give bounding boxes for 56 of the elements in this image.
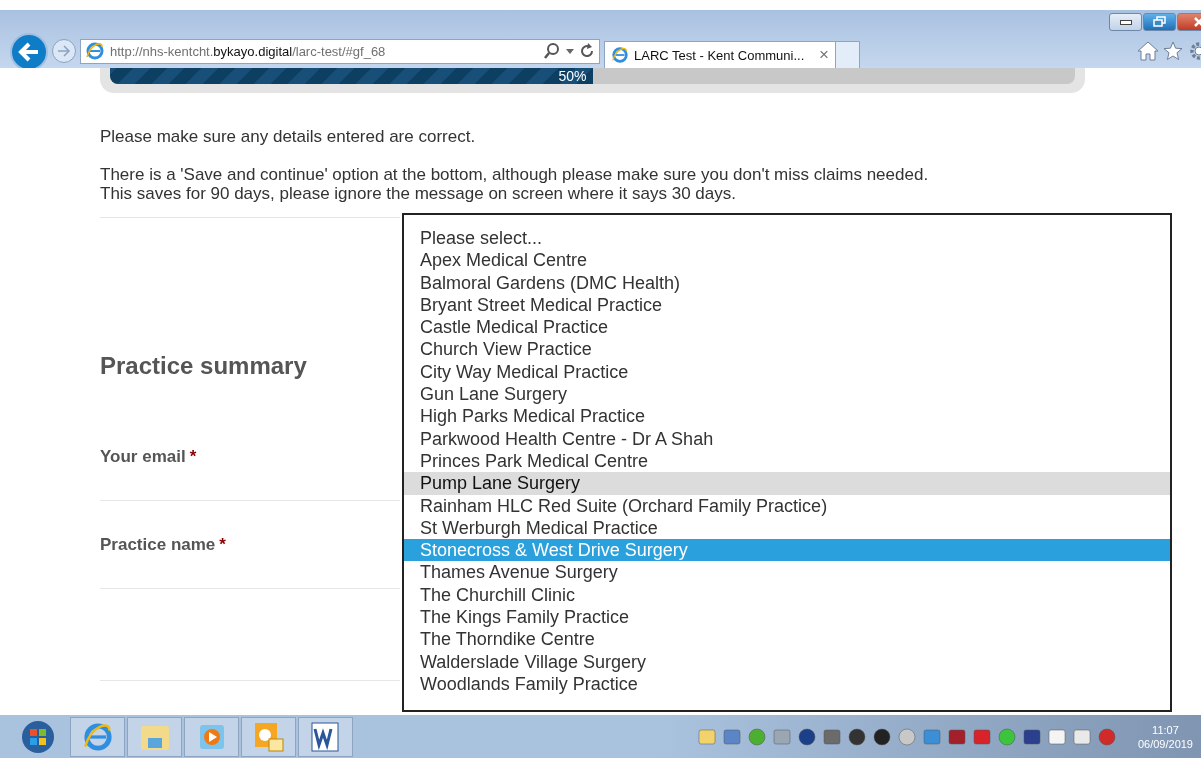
star-icon[interactable] — [1163, 41, 1183, 61]
dropdown-option[interactable]: Walderslade Village Surgery — [404, 650, 1170, 673]
word-app-icon — [309, 720, 342, 753]
refresh-icon[interactable] — [579, 43, 595, 59]
dropdown-option[interactable]: Princes Park Medical Centre — [404, 449, 1170, 473]
dropdown-option[interactable]: Bryant Street Medical Practice — [404, 293, 1170, 317]
restore-button[interactable] — [1143, 13, 1176, 31]
dropdown-option[interactable]: The Kings Family Practice — [404, 606, 1170, 629]
mail-app-icon — [252, 720, 285, 753]
address-field[interactable]: http://nhs-kentcht.bykayo.digital/larc-test/#gf_68 — [80, 38, 600, 64]
required-asterisk: * — [189, 446, 197, 467]
home-icon[interactable] — [1137, 41, 1159, 61]
dropdown-option[interactable]: Woodlands Family Practice — [404, 672, 1170, 696]
required-asterisk: * — [219, 534, 226, 555]
dropdown-option[interactable]: Parkwood Health Centre - Dr A Shah — [404, 427, 1170, 450]
dropdown-option[interactable]: Castle Medical Practice — [404, 316, 1170, 339]
minimize-button[interactable] — [1109, 13, 1142, 31]
dropdown-option[interactable]: High Parks Medical Practice — [404, 405, 1170, 428]
dropdown-option[interactable]: The Churchill Clinic — [404, 583, 1170, 607]
dropdown-option[interactable]: Please select... — [404, 227, 1170, 250]
instruction-text: Please make sure any details entered are correct. — [100, 127, 477, 146]
forward-button[interactable] — [52, 39, 76, 63]
close-icon — [1194, 17, 1201, 27]
clock-time: 11:07 — [1152, 723, 1179, 736]
dropdown-option[interactable]: Pump Lane Surgery — [404, 472, 1170, 495]
tab-close-button[interactable]: × — [819, 45, 829, 65]
dropdown-option[interactable]: Thames Avenue Surgery — [404, 561, 1170, 584]
section-title: Practice summary — [100, 351, 307, 381]
instruction-text: There is a 'Save and continue' option at the bottom, although please make sure you don't miss claims needed. This saves for 90 days, please ignore the message on screen where it says 30 days. — [100, 165, 930, 203]
dropdown-option[interactable]: The Thorndike Centre — [404, 628, 1170, 651]
dropdown-option[interactable]: City Way Medical Practice — [404, 360, 1170, 384]
windows-logo-icon — [21, 719, 55, 754]
search-icon[interactable] — [543, 42, 561, 60]
tab-title: LARC Test - Kent Communi... — [634, 47, 806, 63]
taskbar-app-button[interactable] — [298, 716, 353, 757]
back-arrow-icon — [18, 42, 40, 62]
browser-logo-icon — [611, 46, 629, 64]
dropdown-option[interactable]: Apex Medical Centre — [404, 249, 1170, 272]
restore-icon — [1152, 16, 1167, 28]
dropdown-option[interactable]: Church View Practice — [404, 338, 1170, 361]
dropdown-option[interactable]: Balmoral Gardens (DMC Health) — [404, 271, 1170, 294]
back-button[interactable] — [10, 33, 48, 71]
new-tab-button[interactable] — [836, 41, 860, 68]
browser-logo-icon — [81, 720, 114, 753]
browser-logo-icon — [85, 41, 105, 61]
dropdown-option[interactable]: St Werburgh Medical Practice — [404, 516, 1170, 540]
field-label: Your email — [100, 446, 186, 467]
dropdown-option[interactable]: Gun Lane Surgery — [404, 383, 1170, 406]
clock-date: 06/09/2019 — [1137, 737, 1193, 750]
dropdown-caret-icon[interactable] — [566, 48, 574, 54]
browser-tab[interactable]: LARC Test - Kent Communi... × — [604, 41, 836, 68]
dropdown-option[interactable]: Rainham HLC Red Suite (Orchard Family Practice) — [404, 494, 1170, 517]
progress-label: 50% — [558, 68, 588, 84]
settings-icon[interactable] — [1187, 41, 1201, 61]
forward-arrow-icon — [57, 45, 71, 57]
field-label: Practice name — [100, 534, 216, 555]
